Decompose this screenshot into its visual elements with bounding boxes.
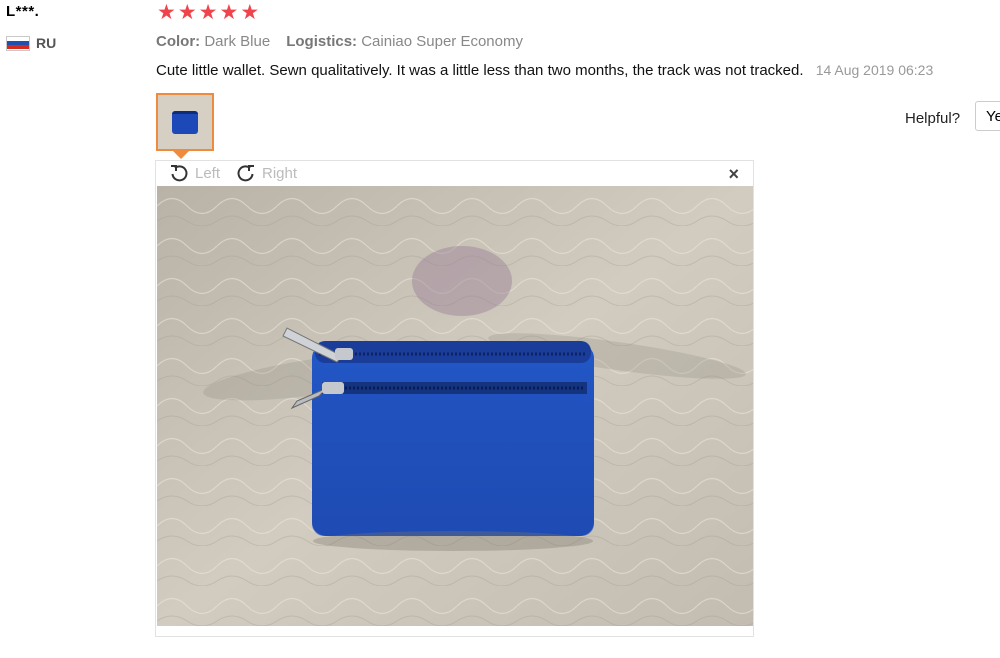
helpful-label: Helpful? [905, 110, 961, 127]
order-attributes: Color: Dark Blue Logistics: Cainiao Supe… [156, 33, 523, 50]
rotate-right-label: Right [262, 164, 298, 182]
viewer-toolbar: Left Right × [156, 161, 753, 185]
review-item: L***. RU ★ ★ ★ ★ ★ Color: Dark Blue Logi… [0, 0, 1000, 658]
thumbnail-image [172, 110, 198, 134]
star-icon: ★ [198, 1, 218, 24]
rotate-right-button[interactable]: Right [236, 163, 297, 183]
color-label: Color: [156, 33, 201, 50]
star-rating: ★ ★ ★ ★ ★ [157, 2, 259, 24]
reviewer-name: L***. [6, 3, 40, 20]
reviewer-country: RU [6, 35, 56, 51]
review-date: 14 Aug 2019 06:23 [815, 62, 934, 78]
helpful-yes-button[interactable]: Ye [975, 101, 1000, 131]
logistics-value: Cainiao Super Economy [361, 33, 523, 50]
russia-flag-icon [6, 35, 30, 51]
photo-viewer: Left Right × [155, 160, 754, 637]
review-text: Cute little wallet. Sewn qualitatively. … [156, 62, 804, 79]
review-body: Cute little wallet. Sewn qualitatively. … [156, 62, 1000, 79]
country-code: RU [36, 35, 57, 51]
rotate-left-button[interactable]: Left [169, 163, 220, 183]
review-photo-thumbnail[interactable] [156, 93, 214, 151]
color-value: Dark Blue [204, 33, 271, 50]
wallet-photo-image [157, 186, 753, 626]
logistics-label: Logistics: [286, 33, 358, 50]
thumbnail-pointer [173, 151, 189, 159]
rotate-left-icon [171, 165, 188, 182]
color-attribute: Color: Dark Blue [156, 33, 270, 50]
star-icon: ★ [177, 1, 197, 24]
review-photo [157, 186, 753, 626]
star-icon: ★ [240, 1, 260, 24]
logistics-attribute: Logistics: Cainiao Super Economy [286, 33, 523, 50]
star-icon: ★ [219, 1, 239, 24]
star-icon: ★ [157, 1, 176, 24]
rotate-right-icon [237, 165, 254, 182]
close-viewer-button[interactable]: × [728, 164, 739, 185]
rotate-left-label: Left [195, 164, 221, 182]
